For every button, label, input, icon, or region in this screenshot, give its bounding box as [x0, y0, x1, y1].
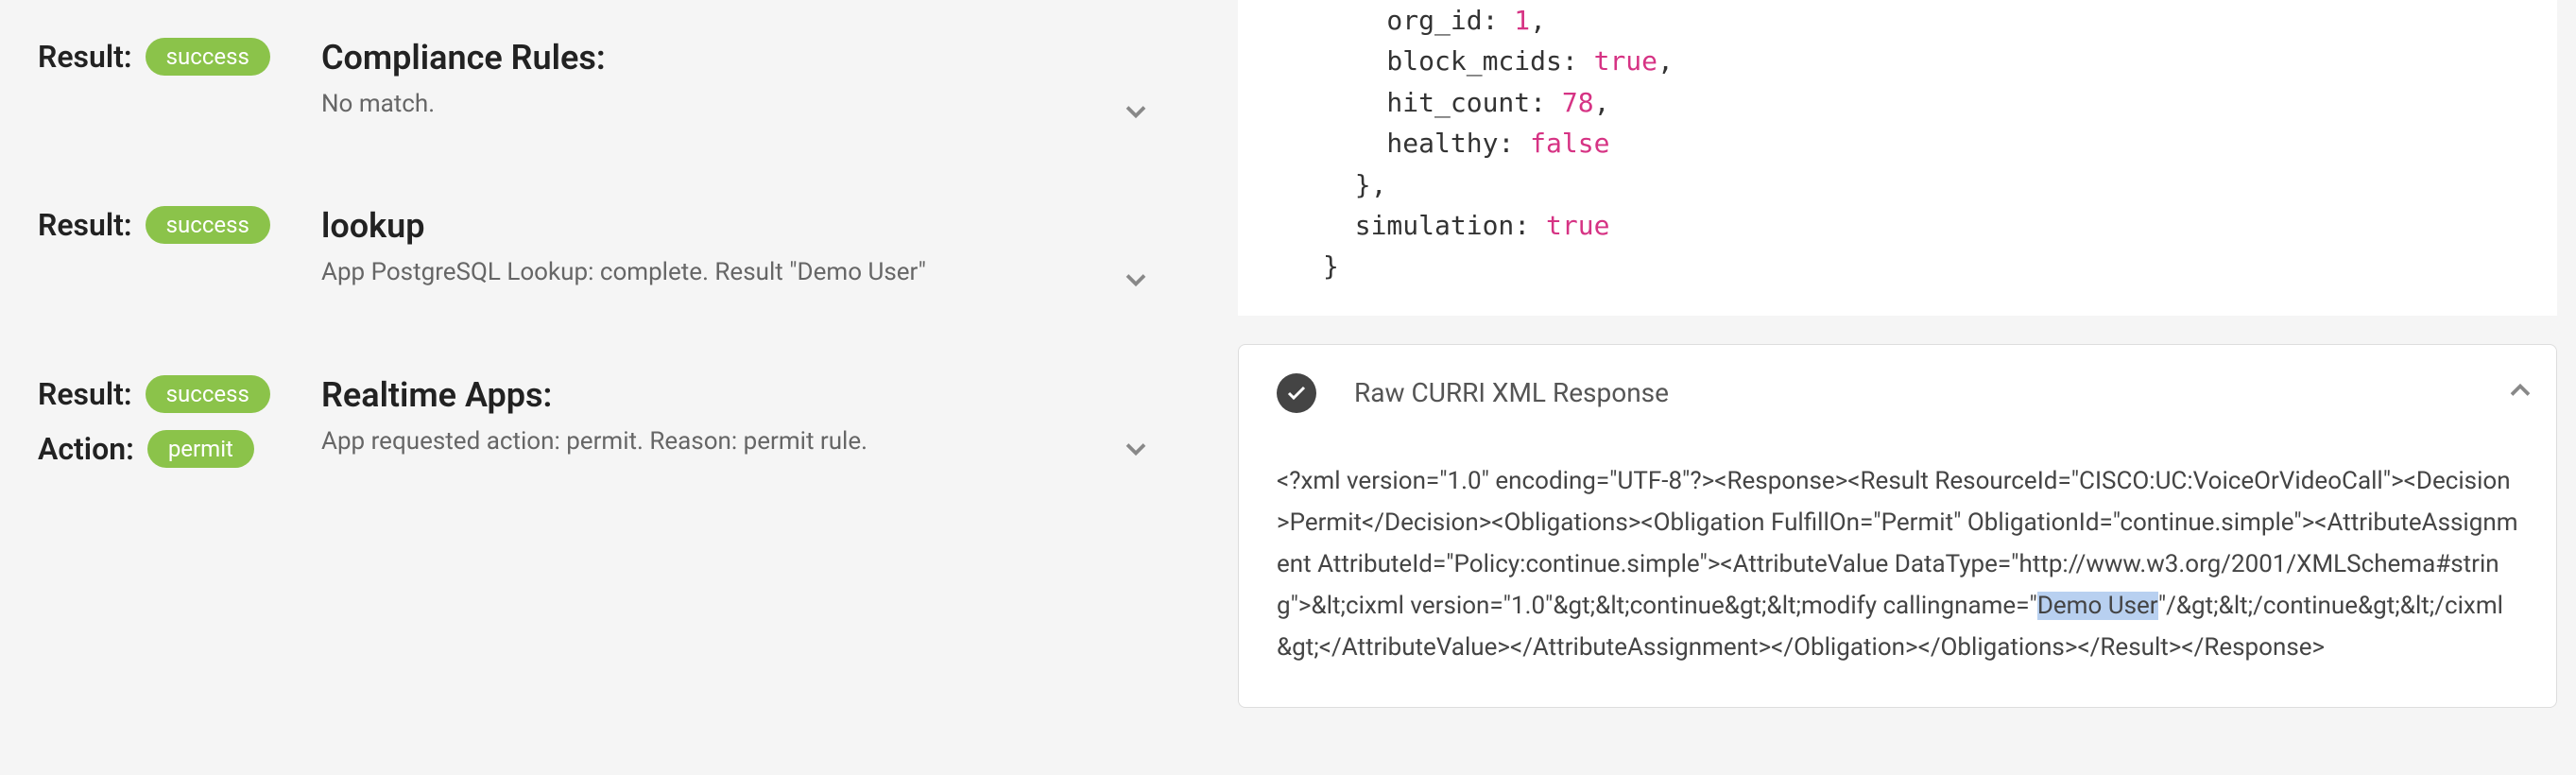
- result-label: Result:: [38, 39, 132, 75]
- chevron-up-icon[interactable]: [2503, 373, 2537, 411]
- detail-panel: org_id: 1, block_mcids: true, hit_count:…: [1238, 0, 2576, 775]
- labels-col: Result: success: [38, 38, 227, 76]
- chevron-down-icon[interactable]: [1119, 263, 1153, 301]
- content-col: Compliance Rules: No match.: [227, 38, 1200, 121]
- check-circle-icon: [1277, 373, 1316, 413]
- code-text: }: [1323, 250, 1339, 282]
- block-desc: No match.: [321, 87, 983, 121]
- result-block-realtime[interactable]: Result: success Action: permit Realtime …: [38, 375, 1200, 468]
- chevron-down-icon[interactable]: [1119, 432, 1153, 470]
- chevron-down-icon[interactable]: [1119, 95, 1153, 132]
- block-title: lookup: [321, 206, 1200, 246]
- result-block-lookup[interactable]: Result: success lookup App PostgreSQL Lo…: [38, 206, 1200, 289]
- action-label: Action:: [38, 431, 134, 467]
- result-block-compliance[interactable]: Result: success Compliance Rules: No mat…: [38, 38, 1200, 121]
- result-label: Result:: [38, 376, 132, 412]
- code-number: 78: [1562, 87, 1594, 118]
- code-text: org_id:: [1323, 5, 1514, 36]
- main-container: Result: success Compliance Rules: No mat…: [0, 0, 2576, 775]
- code-bool: true: [1546, 210, 1609, 241]
- code-number: 1: [1514, 5, 1530, 36]
- block-title: Realtime Apps:: [321, 375, 1200, 415]
- code-text: hit_count:: [1323, 87, 1562, 118]
- result-row: Result: success: [38, 206, 227, 244]
- result-row: Result: success: [38, 375, 227, 413]
- labels-col: Result: success: [38, 206, 227, 244]
- json-snippet: org_id: 1, block_mcids: true, hit_count:…: [1238, 0, 2557, 316]
- results-panel: Result: success Compliance Rules: No mat…: [0, 0, 1238, 775]
- content-col: Realtime Apps: App requested action: per…: [227, 375, 1200, 458]
- action-row: Action: permit: [38, 430, 227, 468]
- result-label: Result:: [38, 207, 132, 243]
- content-col: lookup App PostgreSQL Lookup: complete. …: [227, 206, 1200, 289]
- code-bool: false: [1530, 128, 1609, 159]
- code-text: healthy:: [1323, 128, 1530, 159]
- xml-title: Raw CURRI XML Response: [1354, 377, 1669, 408]
- xml-header[interactable]: Raw CURRI XML Response: [1277, 373, 2518, 413]
- result-row: Result: success: [38, 38, 227, 76]
- code-text: },: [1323, 169, 1386, 200]
- block-desc: App requested action: permit. Reason: pe…: [321, 424, 983, 458]
- xml-highlight: Demo User: [2037, 592, 2158, 620]
- code-text: simulation:: [1323, 210, 1546, 241]
- block-desc: App PostgreSQL Lookup: complete. Result …: [321, 255, 983, 289]
- labels-col: Result: success Action: permit: [38, 375, 227, 468]
- xml-response-card: Raw CURRI XML Response <?xml version="1.…: [1238, 344, 2557, 708]
- block-title: Compliance Rules:: [321, 38, 1200, 78]
- code-bool: true: [1594, 45, 1657, 77]
- code-text: block_mcids:: [1323, 45, 1594, 77]
- xml-body: <?xml version="1.0" encoding="UTF-8"?><R…: [1277, 460, 2518, 669]
